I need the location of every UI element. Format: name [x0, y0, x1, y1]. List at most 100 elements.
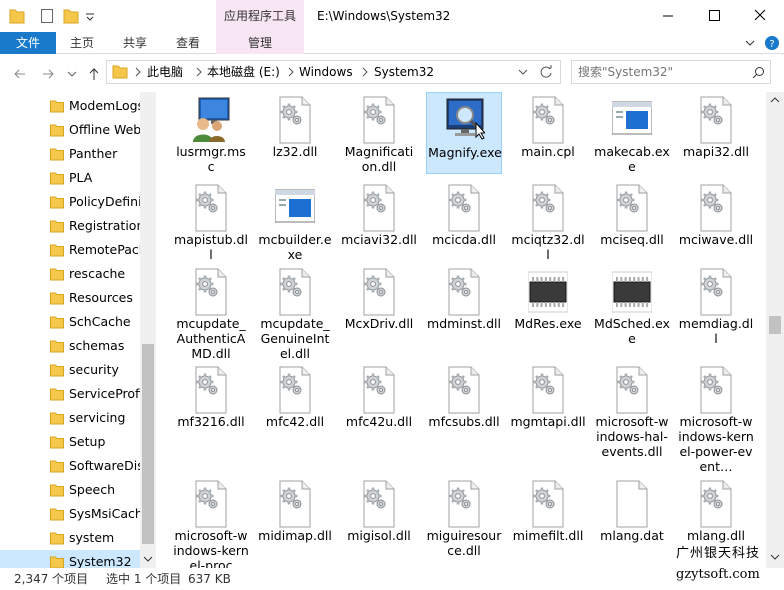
nav-item-registration[interactable]: Registration: [0, 214, 140, 238]
file-item[interactable]: mfc42u.dll: [341, 362, 417, 458]
file-item[interactable]: mcicda.dll: [426, 180, 502, 264]
nav-item-setup[interactable]: Setup: [0, 430, 140, 454]
breadcrumb-this-pc[interactable]: 此电脑: [147, 61, 183, 83]
customize-quick-access-icon[interactable]: [84, 7, 96, 25]
chevron-down-icon[interactable]: [744, 38, 756, 48]
file-item[interactable]: lusrmgr.msc: [173, 92, 249, 174]
file-list-scrollbar[interactable]: [766, 92, 784, 568]
file-item[interactable]: mapi32.dll: [678, 92, 754, 174]
file-item[interactable]: mcupdate_GenuineIntel.dll: [257, 264, 333, 361]
file-item[interactable]: mlang.dat: [594, 476, 670, 560]
tab-share[interactable]: 共享: [123, 32, 147, 54]
file-name: microsoft-windows-kernel-proc: [173, 528, 249, 568]
file-item[interactable]: microsoft-windows-hal-events.dll: [594, 362, 670, 459]
file-item[interactable]: mciwave.dll: [678, 180, 754, 264]
file-name: McxDriv.dll: [344, 316, 414, 331]
nav-item-pla[interactable]: PLA: [0, 166, 140, 190]
new-folder-icon[interactable]: [63, 7, 79, 25]
file-item[interactable]: MdRes.exe: [510, 264, 586, 360]
nav-item-policydefinit[interactable]: PolicyDefinit: [0, 190, 140, 214]
nav-item-rescache[interactable]: rescache: [0, 262, 140, 286]
nav-scrollbar[interactable]: [140, 92, 156, 568]
file-item[interactable]: mgmtapi.dll: [510, 362, 586, 458]
nav-item-softwaredist[interactable]: SoftwareDist: [0, 454, 140, 478]
scroll-down-arrow-icon[interactable]: [143, 554, 153, 564]
file-name: microsoft-windows-hal-events.dll: [595, 414, 669, 459]
file-item[interactable]: lz32.dll: [257, 92, 333, 174]
file-item[interactable]: mfcsubs.dll: [426, 362, 502, 458]
file-item[interactable]: microsoft-windows-kernel-proc: [173, 476, 249, 568]
properties-icon[interactable]: [40, 7, 54, 25]
file-item[interactable]: miguiresource.dll: [426, 476, 502, 560]
back-arrow-icon[interactable]: [10, 64, 30, 84]
nav-item-label: PolicyDefinit: [69, 194, 140, 209]
file-item[interactable]: mciavi32.dll: [341, 180, 417, 264]
file-item[interactable]: mcbuilder.exe: [257, 180, 333, 264]
nav-scrollbar-thumb[interactable]: [142, 344, 154, 544]
file-item[interactable]: migisol.dll: [341, 476, 417, 560]
breadcrumb-windows[interactable]: Windows: [299, 61, 353, 83]
chevron-right-icon[interactable]: [195, 67, 203, 77]
nav-item-serviceprofil[interactable]: ServiceProfil: [0, 382, 140, 406]
file-item[interactable]: makecab.exe: [594, 92, 670, 174]
file-item[interactable]: mapistub.dll: [173, 180, 249, 264]
chevron-right-icon[interactable]: [134, 67, 142, 77]
refresh-icon[interactable]: [539, 65, 553, 79]
file-item[interactable]: Magnify.exe: [426, 92, 502, 174]
nav-item-remotepack[interactable]: RemotePack: [0, 238, 140, 262]
recent-locations-icon[interactable]: [62, 64, 82, 84]
search-input[interactable]: [578, 63, 748, 81]
search-icon[interactable]: [752, 66, 765, 79]
chevron-down-icon[interactable]: [518, 68, 528, 76]
application-tools-tab[interactable]: 应用程序工具: [216, 0, 304, 32]
breadcrumb-local-disk[interactable]: 本地磁盘 (E:): [207, 61, 280, 83]
help-icon[interactable]: ?: [764, 35, 780, 51]
tab-home[interactable]: 主页: [70, 32, 94, 54]
file-item[interactable]: mcupdate_AuthenticAMD.dll: [173, 264, 249, 361]
search-box[interactable]: [571, 60, 771, 84]
file-list-scrollbar-thumb[interactable]: [769, 316, 781, 334]
file-item[interactable]: mciqtz32.dll: [510, 180, 586, 264]
up-arrow-icon[interactable]: [84, 64, 104, 84]
file-item[interactable]: Magnification.dll: [341, 92, 417, 174]
file-item[interactable]: mciseq.dll: [594, 180, 670, 264]
file-item[interactable]: mfc42.dll: [257, 362, 333, 458]
nav-item-label: system: [69, 530, 115, 545]
close-button[interactable]: [737, 0, 783, 32]
nav-item-schemas[interactable]: schemas: [0, 334, 140, 358]
file-item[interactable]: main.cpl: [510, 92, 586, 174]
forward-arrow-icon[interactable]: [38, 64, 58, 84]
file-item[interactable]: mimefilt.dll: [510, 476, 586, 560]
breadcrumb-system32[interactable]: System32: [374, 61, 434, 83]
file-item[interactable]: McxDriv.dll: [341, 264, 417, 360]
file-item[interactable]: MdSched.exe: [594, 264, 670, 360]
nav-item-security[interactable]: security: [0, 358, 140, 382]
file-item[interactable]: midimap.dll: [257, 476, 333, 560]
file-item[interactable]: microsoft-windows-kernel-power-event…: [678, 362, 754, 474]
nav-item-resources[interactable]: Resources: [0, 286, 140, 310]
scroll-up-arrow-icon[interactable]: [770, 95, 780, 105]
address-bar[interactable]: 此电脑 本地磁盘 (E:) Windows System32: [106, 60, 561, 84]
chevron-right-icon[interactable]: [287, 67, 295, 77]
nav-item-sysmsicache[interactable]: SysMsiCache: [0, 502, 140, 526]
tab-manage[interactable]: 管理: [216, 32, 304, 54]
dll-gear-icon: [616, 366, 648, 414]
nav-item-schcache[interactable]: SchCache: [0, 310, 140, 334]
minimize-button[interactable]: [645, 0, 691, 32]
file-item[interactable]: mf3216.dll: [173, 362, 249, 458]
nav-item-system[interactable]: system: [0, 526, 140, 550]
nav-item-speech[interactable]: Speech: [0, 478, 140, 502]
nav-item-system32[interactable]: System32: [0, 550, 140, 568]
tab-view[interactable]: 查看: [176, 32, 200, 54]
file-item[interactable]: memdiag.dll: [678, 264, 754, 360]
chevron-right-icon[interactable]: [361, 67, 369, 77]
nav-item-modemlogs[interactable]: ModemLogs: [0, 94, 140, 118]
nav-item-servicing[interactable]: servicing: [0, 406, 140, 430]
dll-gear-icon: [700, 184, 732, 232]
file-tab[interactable]: 文件: [0, 32, 56, 54]
nav-item-panther[interactable]: Panther: [0, 142, 140, 166]
file-item[interactable]: mdminst.dll: [426, 264, 502, 360]
watermark: 广州银天科技 gzytsoft.com: [676, 542, 780, 582]
nav-item-offline-web[interactable]: Offline Web: [0, 118, 140, 142]
maximize-button[interactable]: [691, 0, 737, 32]
